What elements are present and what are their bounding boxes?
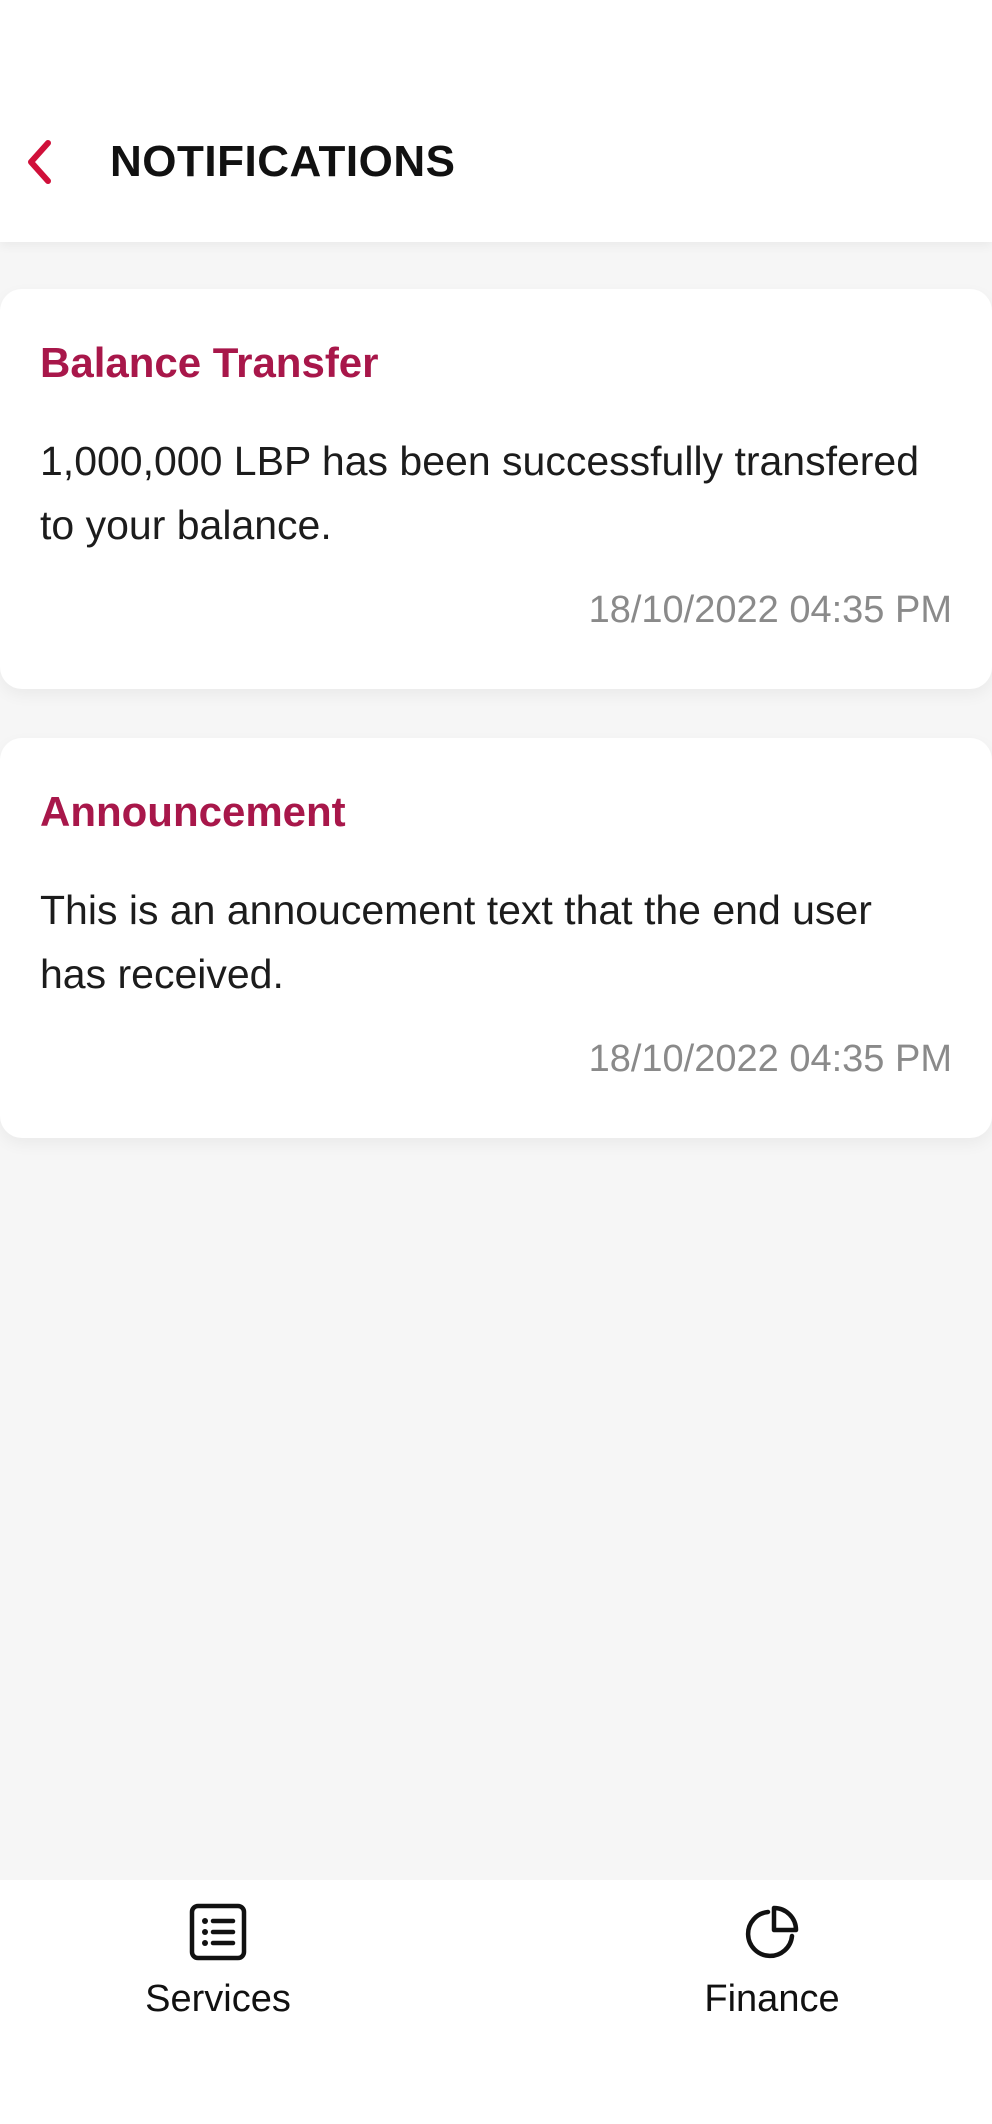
notification-timestamp: 18/10/2022 04:35 PM (588, 1038, 952, 1080)
nav-item-finance[interactable]: Finance (652, 1880, 892, 2040)
list-icon (186, 1900, 250, 1964)
notification-title: Announcement (40, 788, 346, 835)
notification-body: 1,000,000 LBP has been successfully tran… (40, 438, 920, 548)
pie-chart-icon (740, 1900, 804, 1964)
bottom-nav: Services Finance (0, 1880, 992, 2124)
notification-timestamp: 18/10/2022 04:35 PM (588, 589, 952, 631)
back-button[interactable] (14, 132, 64, 192)
notification-body: This is an annoucement text that the end… (40, 887, 872, 997)
app-header: NOTIFICATIONS (0, 0, 992, 242)
page-title: NOTIFICATIONS (110, 137, 456, 186)
chevron-left-icon (28, 140, 51, 184)
notifications-screen: NOTIFICATIONS Balance Transfer 1,000,000… (0, 0, 992, 2124)
notification-card[interactable]: Balance Transfer 1,000,000 LBP has been … (0, 289, 992, 689)
nav-label-services: Services (145, 1978, 291, 2020)
notification-title: Balance Transfer (40, 339, 379, 386)
nav-item-services[interactable]: Services (98, 1880, 338, 2040)
notification-card[interactable]: Announcement This is an annoucement text… (0, 738, 992, 1138)
nav-label-finance: Finance (704, 1978, 840, 2020)
